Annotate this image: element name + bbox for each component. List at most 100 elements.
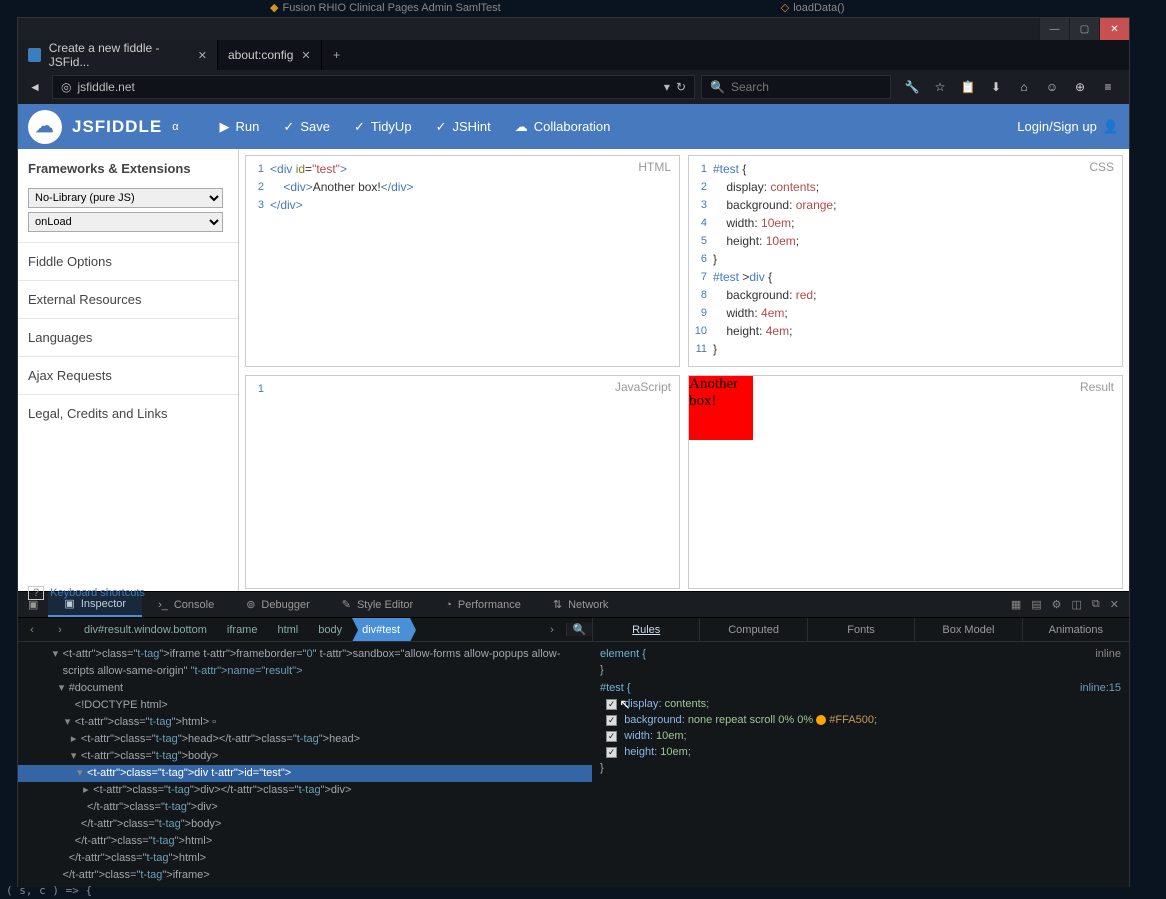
navigation-bar: ◄ ◎ jsfiddle.net ▾ ↻ 🔍 Search 🔧 ☆ 📋 ⬇ ⌂ ☺ ⊕ ≡ [18,70,1129,104]
rule-checkbox[interactable]: ✓ [606,699,617,710]
keyboard-shortcuts-link[interactable]: ? Keyboard shortcuts [28,586,145,600]
css-rule-row[interactable]: ✓ height: 10em; [600,744,1121,760]
browser-tab-jsfiddle[interactable]: Create a new fiddle - JSFid... ✕ [18,40,218,70]
action-save[interactable]: ✓Save [283,119,330,135]
devtools-tab-console[interactable]: ›_Console [142,592,230,617]
ide-tab-1[interactable]: ◆Fusion RHIO Clinical Pages Admin SamlTe… [260,1,511,14]
action-run[interactable]: ▶Run [220,119,260,135]
browser-tab-config[interactable]: about:config ✕ [218,40,322,70]
login-link[interactable]: Login/Sign up 👤 [1017,119,1119,135]
dom-node[interactable]: ▾<t-attr">class="t-tag">div t-attr">id="… [18,765,592,782]
chat-icon[interactable]: ☺ [1043,78,1061,96]
rule-source[interactable]: inline [1095,646,1121,662]
dom-tree[interactable]: ▾<t-attr">class="t-tag">iframe t-attr">f… [18,642,592,887]
home-icon[interactable]: ⌂ [1015,78,1033,96]
crumb-next-button[interactable]: › [538,624,566,636]
rule-checkbox[interactable]: ✓ [606,715,617,726]
js-pane[interactable]: JavaScript 1 [245,375,680,589]
css-rule-row[interactable]: ✓ background: none repeat scroll 0% 0% #… [600,712,1121,728]
dom-node[interactable]: </t-attr">class="t-tag">body> [18,816,592,833]
crumb-forward-button[interactable]: › [46,624,74,636]
devtools-control-icon[interactable]: ✕ [1110,598,1119,611]
back-button[interactable]: ◄ [24,76,46,98]
dom-search-button[interactable]: 🔍 [566,623,592,636]
dom-node[interactable]: </t-attr">class="t-tag">html> [18,833,592,850]
menu-icon[interactable]: ≡ [1099,78,1117,96]
search-placeholder: Search [731,80,769,94]
dom-node[interactable]: ▾#document [18,680,592,697]
sidebar-section[interactable]: Fiddle Options [18,242,238,280]
rules-tab-computed[interactable]: Computed [699,618,806,641]
breadcrumb[interactable]: body [308,618,352,641]
library-select[interactable]: No-Library (pure JS) [28,188,223,208]
dropdown-icon[interactable]: ▾ [664,80,670,94]
rule-checkbox[interactable]: ✓ [606,731,617,742]
breadcrumb[interactable]: html [267,618,308,641]
search-bar[interactable]: 🔍 Search [701,75,891,99]
dom-node[interactable]: ▸<t-attr">class="t-tag">div></t-attr">cl… [18,782,592,799]
css-rule-row[interactable]: ✓ width: 10em; [600,728,1121,744]
close-button[interactable]: ✕ [1099,18,1129,40]
devtools-tab-style-editor[interactable]: ✎Style Editor [326,592,429,617]
rules-tab-rules[interactable]: Rules [592,618,699,641]
sidebar-section[interactable]: Languages [18,318,238,356]
dom-node[interactable]: ▸<t-attr">class="t-tag">head></t-attr">c… [18,731,592,748]
window-titlebar[interactable]: — ▢ ✕ [18,18,1129,40]
devtools-control-icon[interactable]: ⚙ [1052,598,1062,611]
tab-close-icon[interactable]: ✕ [198,49,207,62]
new-tab-button[interactable]: + [322,40,352,70]
ide-tab-2[interactable]: ◇loadData() [771,1,855,14]
breadcrumb[interactable]: div#test [352,618,410,641]
dom-node[interactable]: </t-attr">class="t-tag">iframe> [18,867,592,884]
maximize-button[interactable]: ▢ [1069,18,1099,40]
sidebar-section[interactable]: External Resources [18,280,238,318]
jsfiddle-logo[interactable]: ☁ JSFIDDLE α [28,110,180,144]
crumb-back-button[interactable]: ‹ [18,624,46,636]
sidebar-section[interactable]: Ajax Requests [18,356,238,394]
devtools-control-icon[interactable]: ▦ [1011,598,1021,611]
url-text: jsfiddle.net [77,80,657,94]
dom-node[interactable]: </t-attr">class="t-tag">div> [18,799,592,816]
sidebar: Frameworks & Extensions No-Library (pure… [18,149,239,591]
css-pane[interactable]: CSS 1#test {2 display: contents;3 backgr… [688,155,1123,367]
dom-node[interactable]: <!DOCTYPE html> [18,697,592,714]
devtools-control-icon[interactable]: ◫ [1072,598,1082,611]
color-swatch-icon[interactable] [816,715,826,725]
devtools-control-icon[interactable]: ▤ [1031,598,1041,611]
rules-tab-animations[interactable]: Animations [1022,618,1129,641]
star-icon[interactable]: ☆ [931,78,949,96]
rule-checkbox[interactable]: ✓ [606,747,617,758]
dom-node[interactable]: scripts allow-same-origin" "t-attr">name… [18,663,592,680]
reload-icon[interactable]: ↻ [676,80,686,94]
dom-node[interactable]: ▾<t-attr">class="t-tag">html> ▫ [18,714,592,731]
action-collaboration[interactable]: ☁Collaboration [515,119,611,135]
url-bar[interactable]: ◎ jsfiddle.net ▾ ↻ [52,75,695,99]
css-rule-row[interactable]: ✓↖ display: contents; [600,696,1121,712]
devtools-tab-debugger[interactable]: ⊚Debugger [230,592,326,617]
load-select[interactable]: onLoad [28,212,223,232]
rules-tab-box-model[interactable]: Box Model [914,618,1021,641]
tab-icon: ⇅ [553,598,562,611]
devtools-tab-performance[interactable]: ◔Performance [429,592,537,617]
minimize-button[interactable]: — [1039,18,1069,40]
action-jshint[interactable]: ✓JSHint [436,119,491,135]
globe-icon[interactable]: ⊕ [1071,78,1089,96]
download-icon[interactable]: ⬇ [987,78,1005,96]
devtools-tab-network[interactable]: ⇅Network [537,592,625,617]
rule-source-link[interactable]: inline:15 [1080,682,1121,694]
action-tidyup[interactable]: ✓TidyUp [354,119,412,135]
clipboard-icon[interactable]: 📋 [959,78,977,96]
rules-pane[interactable]: inlineelement { } inline:15#test { ✓↖ di… [592,642,1129,887]
html-pane[interactable]: HTML 1<div id="test">2 <div>Another box!… [245,155,680,367]
rules-tab-fonts[interactable]: Fonts [807,618,914,641]
wrench-icon[interactable]: 🔧 [903,78,921,96]
result-box: Another box! [689,376,753,440]
devtools-control-icon[interactable]: ⧉ [1092,598,1100,611]
breadcrumb[interactable]: iframe [217,618,268,641]
breadcrumb[interactable]: div#result.window.bottom [74,618,217,641]
dom-node[interactable]: ▾<t-attr">class="t-tag">iframe t-attr">f… [18,646,592,663]
dom-node[interactable]: ▾<t-attr">class="t-tag">body> [18,748,592,765]
sidebar-section[interactable]: Legal, Credits and Links [18,394,238,432]
dom-node[interactable]: </t-attr">class="t-tag">html> [18,850,592,867]
tab-close-icon[interactable]: ✕ [301,49,310,62]
